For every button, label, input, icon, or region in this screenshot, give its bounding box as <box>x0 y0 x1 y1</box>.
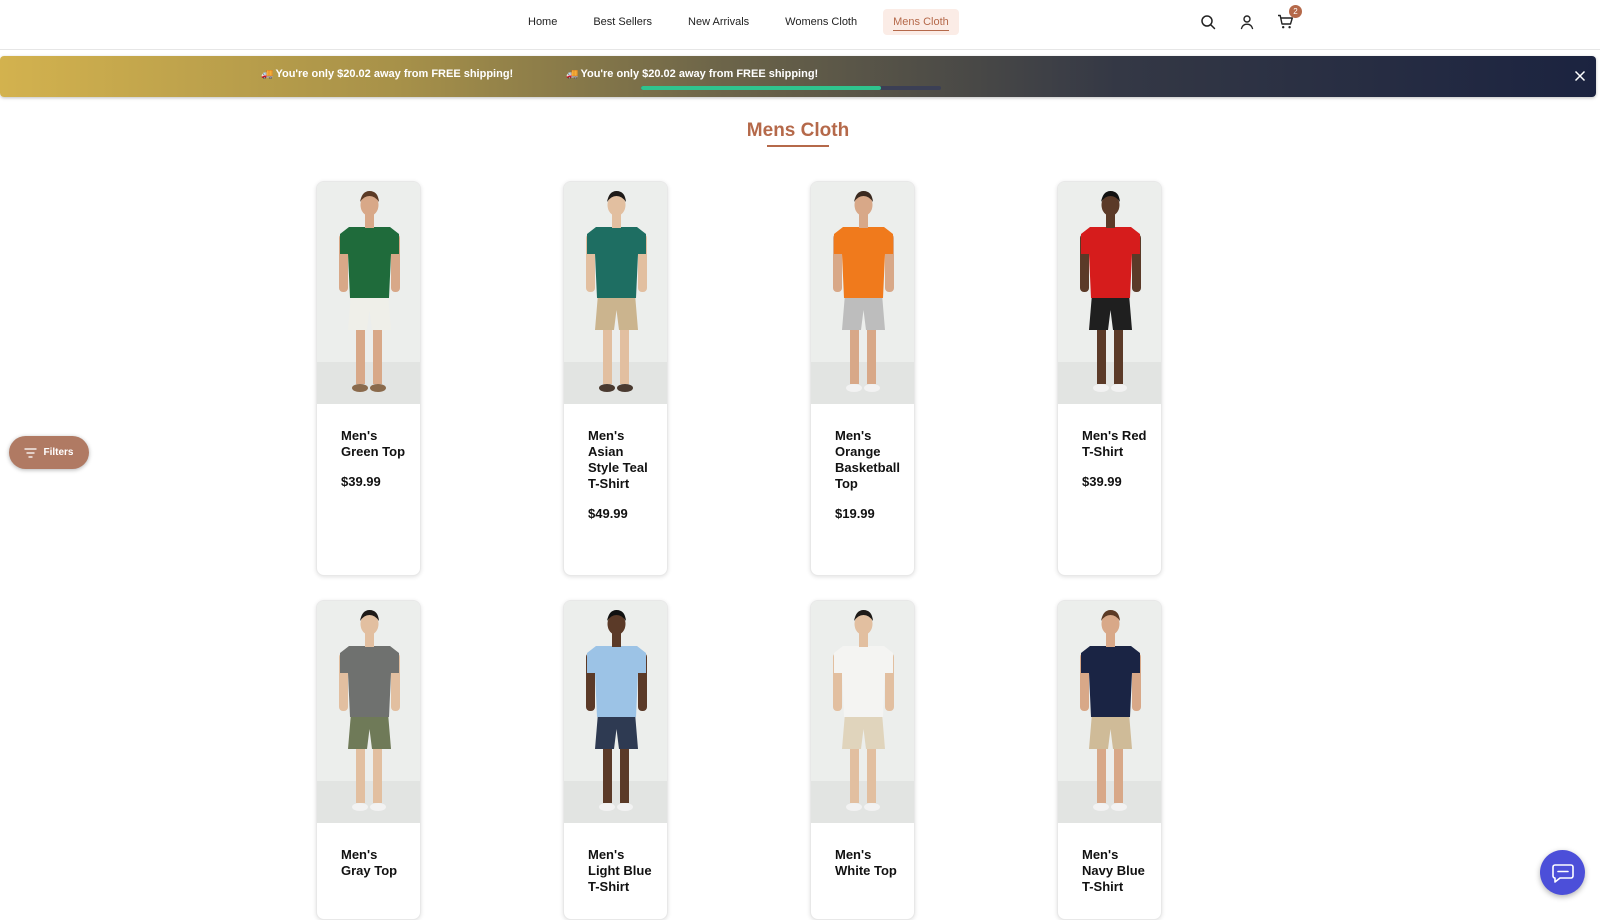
product-image <box>564 601 667 823</box>
page-title: Mens Cloth <box>746 120 850 141</box>
nav-link-mens-cloth[interactable]: Mens Cloth <box>883 9 959 35</box>
shipping-message-right: 🚚 You're only $20.02 away from FREE shipp… <box>566 68 818 80</box>
model-photo <box>811 182 914 404</box>
shipping-progress-fill <box>641 86 881 90</box>
model-photo <box>564 182 667 404</box>
product-card[interactable]: Men's Orange Basketball Top $19.99 <box>810 181 915 576</box>
product-card[interactable]: Men's Navy Blue T-Shirt <box>1057 600 1162 920</box>
product-card[interactable]: Men's Green Top $39.99 <box>316 181 421 576</box>
nav-link-home[interactable]: Home <box>518 9 567 35</box>
filters-label: Filters <box>43 447 74 458</box>
product-card[interactable]: Men's Red T-Shirt $39.99 <box>1057 181 1162 576</box>
product-name: Men's Green Top <box>341 428 406 459</box>
model-photo <box>564 601 667 823</box>
nav-link-new-arrivals[interactable]: New Arrivals <box>678 9 759 35</box>
product-image <box>1058 601 1161 823</box>
product-price: $49.99 <box>588 506 628 521</box>
cart-icon[interactable]: 2 <box>1275 5 1302 32</box>
product-card[interactable]: Men's White Top <box>810 600 915 920</box>
product-card[interactable]: Men's Asian Style Teal T-Shirt $49.99 <box>563 181 668 576</box>
product-price: $39.99 <box>1082 474 1122 489</box>
model-photo <box>317 182 420 404</box>
product-name: Men's Asian Style Teal T-Shirt <box>588 428 648 491</box>
header-icons: 2 <box>1197 5 1302 32</box>
product-name: Men's Gray Top <box>341 847 398 878</box>
shipping-text: You're only $20.02 away from FREE shippi… <box>275 68 514 80</box>
filter-icon <box>24 447 37 458</box>
product-name: Men's Orange Basketball Top <box>835 428 901 491</box>
product-image <box>1058 182 1161 404</box>
nav-links: Home Best Sellers New Arrivals Womens Cl… <box>518 9 975 35</box>
shipping-message-left: 🚚 You're only $20.02 away from FREE shipp… <box>261 68 513 80</box>
top-navigation: Home Best Sellers New Arrivals Womens Cl… <box>0 0 1600 50</box>
product-image <box>317 601 420 823</box>
model-photo <box>811 601 914 823</box>
close-icon[interactable] <box>1572 68 1588 84</box>
model-photo <box>1058 182 1161 404</box>
model-photo <box>317 601 420 823</box>
free-shipping-banner: 🚚 You're only $20.02 away from FREE shipp… <box>0 56 1596 97</box>
chat-button[interactable] <box>1540 850 1585 895</box>
product-name: Men's Red T-Shirt <box>1082 428 1147 459</box>
shipping-progress-bar <box>641 86 941 90</box>
model-photo <box>1058 601 1161 823</box>
product-card[interactable]: Men's Gray Top <box>316 600 421 920</box>
product-card[interactable]: Men's Light Blue T-Shirt <box>563 600 668 920</box>
cart-count-badge: 2 <box>1289 5 1302 18</box>
product-name: Men's White Top <box>835 847 897 878</box>
chat-icon <box>1551 863 1574 883</box>
nav-link-best-sellers[interactable]: Best Sellers <box>583 9 662 35</box>
shipping-text: You're only $20.02 away from FREE shippi… <box>580 68 819 80</box>
title-underline <box>767 145 829 147</box>
product-price: $39.99 <box>341 474 381 489</box>
truck-icon: 🚚 <box>566 69 579 80</box>
user-icon[interactable] <box>1236 11 1257 32</box>
product-image <box>317 182 420 404</box>
product-image <box>811 182 914 404</box>
product-image <box>811 601 914 823</box>
product-image <box>564 182 667 404</box>
truck-icon: 🚚 <box>261 69 274 80</box>
product-price: $19.99 <box>835 506 875 521</box>
product-name: Men's Light Blue T-Shirt <box>588 847 652 894</box>
product-name: Men's Navy Blue T-Shirt <box>1082 847 1145 894</box>
nav-link-womens-cloth[interactable]: Womens Cloth <box>775 9 867 35</box>
search-icon[interactable] <box>1197 11 1218 32</box>
filters-button[interactable]: Filters <box>9 436 89 469</box>
